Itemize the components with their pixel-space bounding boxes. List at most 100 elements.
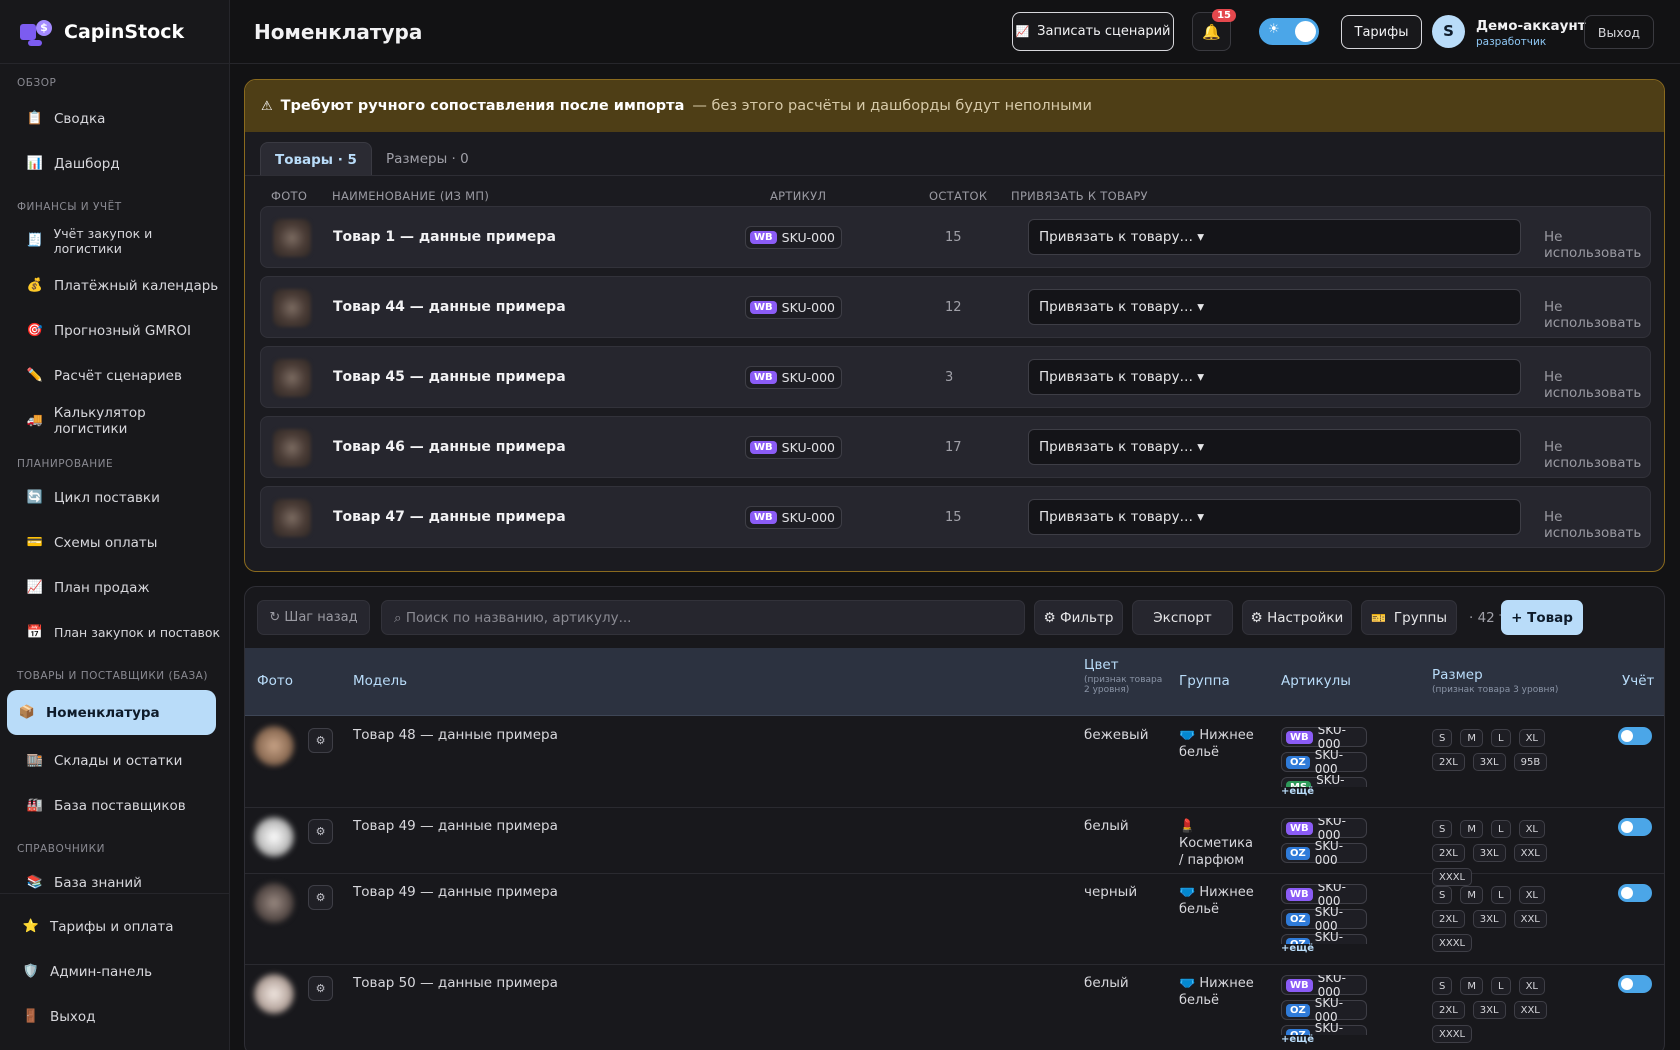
skip-button[interactable]: Не использовать (1544, 509, 1650, 541)
sidebar-item-план-продаж[interactable]: 📈 План продаж (8, 565, 221, 610)
skip-button[interactable]: Не использовать (1544, 229, 1650, 261)
account-toggle[interactable] (1618, 727, 1652, 745)
settings-button[interactable]: ⚙ Настройки (1242, 600, 1352, 635)
notifications-button[interactable]: 🔔 15 (1192, 9, 1236, 51)
product-color: черный (1084, 884, 1138, 900)
sidebar-item-расчёт-сценариев[interactable]: ✏️ Расчёт сценариев (8, 353, 221, 398)
skip-button[interactable]: Не использовать (1544, 439, 1650, 471)
article-code: SKU-000 (781, 440, 835, 455)
sidebar-item-учёт-закупок-и-логистики[interactable]: 🧾 Учёт закупок и логистики (8, 218, 221, 263)
th-color-sub: (признак товара 2 уровня) (1084, 675, 1163, 695)
skip-button[interactable]: Не использовать (1544, 299, 1650, 331)
sidebar-item-label: База знаний (54, 874, 142, 891)
sidebar-item-номенклатура[interactable]: 📦 Номенклатура (7, 690, 216, 735)
show-more-link[interactable]: +ещё (1281, 943, 1314, 954)
sidebar-item-цикл-поставки[interactable]: 🔄 Цикл поставки (8, 475, 221, 520)
sidebar-item-склады-и-остатки[interactable]: 🏬 Склады и остатки (8, 738, 221, 783)
sidebar-item-дашборд[interactable]: 📊 Дашборд (8, 141, 221, 186)
tab-sizes[interactable]: Размеры · 0 (372, 142, 483, 176)
product-color: белый (1084, 975, 1129, 991)
stock-qty: 15 (945, 510, 962, 525)
marketplace-tag: WB (750, 511, 777, 524)
account-toggle[interactable] (1618, 818, 1652, 836)
link-product-select[interactable]: Привязать к товару… ▾ (1028, 359, 1521, 395)
marketplace-tag: WB (1286, 730, 1313, 744)
link-product-select[interactable]: Привязать к товару… ▾ (1028, 499, 1521, 535)
toggle-knob (1621, 821, 1633, 833)
sidebar-bottom-выход[interactable]: 🚪 Выход (8, 994, 221, 1039)
product-name: Товар 47 — данные примера (333, 509, 566, 525)
sidebar-item-icon: 🛡️ (22, 964, 40, 979)
product-model[interactable]: Товар 50 — данные примера (353, 975, 558, 991)
app-name: CapinStock (64, 20, 185, 43)
product-group: 🩲 Нижнее бельё (1179, 885, 1254, 917)
th-model: Модель (353, 673, 408, 689)
tab-products[interactable]: Товары · 5 (260, 142, 372, 176)
theme-toggle[interactable]: ☀ (1259, 18, 1319, 45)
sidebar-item-схемы-оплаты[interactable]: 💳 Схемы оплаты (8, 520, 221, 565)
sidebar-item-icon: 📊 (26, 156, 44, 171)
sidebar-bottom-админ-панель[interactable]: 🛡️ Админ-панель (8, 949, 221, 994)
article-chip: WB SKU-000 (745, 366, 842, 389)
th-articles: Артикулы (1281, 673, 1351, 689)
product-thumbnail (273, 289, 311, 327)
show-more-link[interactable]: +ещё (1281, 1034, 1314, 1045)
avatar[interactable]: S (1432, 15, 1465, 48)
add-product-button[interactable]: + Товар (1501, 600, 1583, 635)
sidebar-item-сводка[interactable]: 📋 Сводка (8, 96, 221, 141)
warning-icon: ⚠ (261, 98, 273, 114)
gear-icon[interactable]: ⚙ (308, 728, 333, 753)
export-button[interactable]: Экспорт (1132, 600, 1233, 635)
col-name: НАИМЕНОВАНИЕ (ИЗ МП) (332, 189, 490, 203)
search-input[interactable]: ⌕ Поиск по названию, артикулу... (381, 600, 1025, 635)
sidebar-item-база-поставщиков[interactable]: 🏭 База поставщиков (8, 783, 221, 828)
bell-icon: 🔔 (1202, 22, 1221, 41)
article-chip: OZ SKU-000 (1281, 748, 1367, 776)
sizes-list: S M L XL 2XL 3XL XXL XXXL (1432, 977, 1572, 1043)
size-chip: L (1491, 886, 1511, 904)
sidebar-item-прогнозный-gmroi[interactable]: 🎯 Прогнозный GMROI (8, 308, 221, 353)
link-product-select[interactable]: Привязать к товару… ▾ (1028, 429, 1521, 465)
link-product-select[interactable]: Привязать к товару… ▾ (1028, 219, 1521, 255)
marketplace-tag: WB (750, 231, 777, 244)
size-chip: L (1491, 977, 1511, 995)
filter-button[interactable]: ⚙ Фильтр (1034, 600, 1123, 635)
col-link: ПРИВЯЗАТЬ К ТОВАРУ (1011, 189, 1148, 203)
link-product-select[interactable]: Привязать к товару… ▾ (1028, 289, 1521, 325)
show-more-link[interactable]: +ещё (1281, 786, 1314, 797)
product-model[interactable]: Товар 48 — данные примера (353, 727, 558, 743)
gear-icon[interactable]: ⚙ (308, 885, 333, 910)
logout-button[interactable]: Выход (1584, 15, 1654, 49)
tariffs-button[interactable]: Тарифы (1341, 15, 1422, 49)
account-toggle[interactable] (1618, 884, 1652, 902)
gear-icon[interactable]: ⚙ (308, 976, 333, 1001)
sidebar-item-label: План закупок и поставок (54, 625, 221, 640)
account-toggle[interactable] (1618, 975, 1652, 993)
article-chip: OZ SKU-000 (1281, 996, 1367, 1024)
product-model[interactable]: Товар 49 — данные примера (353, 818, 558, 834)
warning-title: Требуют ручного сопоставления после импо… (280, 98, 685, 114)
record-scenario-button[interactable]: 📈 Записать сценарий (1012, 12, 1174, 51)
sidebar-item-калькулятор-логистики[interactable]: 🚚 Калькулятор логистики (8, 398, 221, 443)
article-code: SKU-000 (781, 230, 835, 245)
undo-button[interactable]: ↻ Шаг назад (257, 600, 370, 635)
gear-icon[interactable]: ⚙ (308, 819, 333, 844)
sidebar-item-icon: ✏️ (26, 368, 44, 383)
product-model[interactable]: Товар 49 — данные примера (353, 884, 558, 900)
skip-button[interactable]: Не использовать (1544, 369, 1650, 401)
app-logo[interactable]: $ CapinStock (0, 0, 229, 64)
product-name: Товар 46 — данные примера (333, 439, 566, 455)
product-group: 🩲 Нижнее бельё (1179, 976, 1254, 1008)
mapping-row: Товар 45 — данные примера WB SKU-000 3 Привя… (260, 346, 1651, 408)
topbar: Номенклатура 📈 Записать сценарий 🔔 15 ☀ … (230, 0, 1680, 64)
sidebar-item-платёжный-календарь[interactable]: 💰 Платёжный календарь (8, 263, 221, 308)
sidebar-section-title: ТОВАРЫ И ПОСТАВЩИКИ (БАЗА) (17, 670, 208, 682)
sidebar-item-label: Склады и остатки (54, 752, 183, 769)
groups-button[interactable]: 🎫 Группы (1361, 600, 1457, 635)
article-code: SKU-000 (1314, 930, 1344, 944)
stock-qty: 12 (945, 300, 962, 315)
sidebar-bottom-тарифы-и-оплата[interactable]: ⭐ Тарифы и оплата (8, 904, 221, 949)
sidebar-item-план-закупок-и-поставок[interactable]: 📅 План закупок и поставок (8, 610, 221, 655)
groups-label: Группы (1393, 609, 1448, 626)
marketplace-tag: OZ (1286, 755, 1310, 769)
